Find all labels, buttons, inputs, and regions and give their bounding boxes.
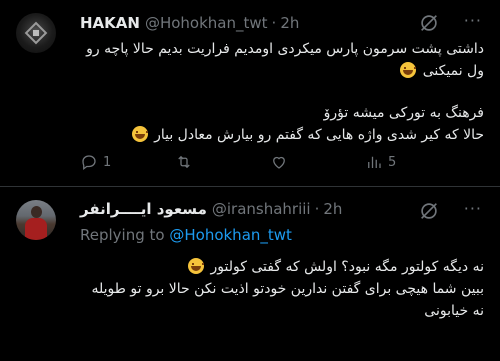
replying-prefix: Replying to: [80, 226, 165, 244]
tweet-divider: [0, 186, 500, 187]
reply-count: 1: [103, 154, 112, 170]
avatar-person-body: [25, 218, 47, 240]
avatar-person-head: [31, 206, 42, 218]
user-handle[interactable]: @Hohokhan_twt: [145, 14, 268, 32]
views-count: 5: [388, 154, 397, 170]
tweet-line: حالا که کیر شدی واژه هایی که گفتم رو بیا…: [80, 124, 484, 146]
views-icon: [368, 156, 381, 168]
display-name[interactable]: مسعود ایــــرانفر: [80, 200, 207, 218]
tweet-line: نه دیگه کولتور مگه نبود؟ اولش که گفتی کو…: [80, 256, 484, 278]
reply-button[interactable]: 1: [80, 153, 175, 171]
display-name[interactable]: HAKAN: [80, 14, 140, 32]
separator-dot: ·: [314, 200, 320, 218]
more-horizontal-icon[interactable]: ···: [464, 198, 482, 220]
grok-slash-icon[interactable]: [418, 12, 440, 34]
user-handle[interactable]: @iranshahriii: [212, 200, 311, 218]
avatar[interactable]: [16, 200, 56, 240]
tweet-text: داشتی پشت سرمون پارس میکردی اومدیم فراری…: [80, 38, 484, 146]
tweet[interactable]: HAKAN @Hohokhan_twt · 2h ··· داشتی پشت س…: [0, 0, 500, 186]
heart-icon: [273, 156, 285, 169]
timestamp[interactable]: 2h: [280, 14, 299, 32]
grinning-sweat-emoji-icon: [188, 258, 205, 274]
avatar-emblem-core: [33, 30, 39, 36]
timestamp[interactable]: 2h: [323, 200, 342, 218]
tweet-line: ببین شما هیچی برای گفتن ندارین خودتو اذی…: [91, 281, 485, 297]
grok-slash-icon[interactable]: [418, 200, 440, 222]
tweet-text: نه دیگه کولتور مگه نبود؟ اولش که گفتی کو…: [80, 256, 484, 322]
reply-icon: [82, 155, 96, 171]
replying-to: Replying to @Hohokhan_twt: [80, 226, 292, 244]
tweet[interactable]: مسعود ایــــرانفر @iranshahriii · 2h ···…: [0, 190, 500, 361]
tweet-actions: 1 5: [80, 150, 460, 174]
avatar[interactable]: [16, 13, 56, 53]
retweet-button[interactable]: [175, 153, 270, 171]
mention-link[interactable]: @Hohokhan_twt: [169, 226, 292, 244]
laughing-emoji-icon: [400, 62, 417, 78]
tweet-line: نه خیابونی: [424, 303, 484, 319]
laughing-emoji-icon: [131, 126, 148, 142]
tweet-line: فرهنگ به تورکی میشه تؤرۆ: [323, 105, 484, 121]
retweet-icon: [178, 155, 190, 169]
separator-dot: ·: [271, 14, 277, 32]
like-button[interactable]: [270, 153, 365, 171]
more-horizontal-icon[interactable]: ···: [464, 10, 482, 32]
views-button[interactable]: 5: [365, 153, 460, 171]
tweet-line: ول نمیکنی: [80, 60, 484, 82]
tweet-line: داشتی پشت سرمون پارس میکردی اومدیم فراری…: [86, 41, 484, 57]
